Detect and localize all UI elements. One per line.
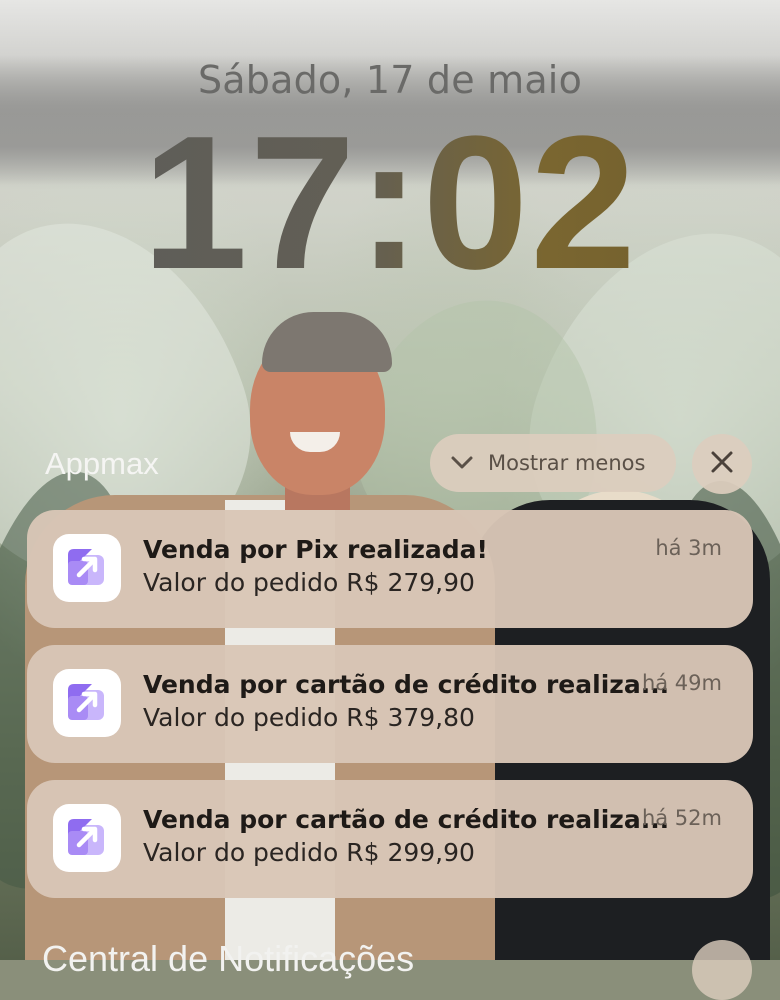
- chevron-down-icon: [450, 451, 474, 475]
- notification-center-toggle-button[interactable]: [692, 940, 752, 1000]
- notification-card[interactable]: Venda por cartão de crédito realiza... V…: [27, 780, 753, 898]
- appmax-logo-icon: [53, 534, 121, 602]
- wallpaper-person-hair: [262, 312, 392, 372]
- notification-timestamp: há 3m: [655, 536, 722, 560]
- notification-title: Venda por cartão de crédito realiza...: [143, 805, 670, 834]
- notification-timestamp: há 52m: [641, 806, 722, 830]
- lockscreen-date: Sábado, 17 de maio: [197, 58, 583, 102]
- notification-group-title: Appmax: [45, 446, 159, 481]
- appmax-logo-icon: [53, 804, 121, 872]
- notification-title: Venda por Pix realizada!: [143, 535, 488, 564]
- notification-body: Valor do pedido R$ 299,90: [143, 838, 475, 867]
- notification-card[interactable]: Venda por cartão de crédito realiza... V…: [27, 645, 753, 763]
- notification-center-header: Central de Notificações: [42, 938, 415, 979]
- appmax-logo-icon: [53, 669, 121, 737]
- lockscreen-clock[interactable]: 17:02: [0, 108, 780, 298]
- close-icon: [710, 450, 734, 478]
- notification-title: Venda por cartão de crédito realiza...: [143, 670, 670, 699]
- notification-card[interactable]: Venda por Pix realizada! Valor do pedido…: [27, 510, 753, 628]
- clear-notifications-button[interactable]: [692, 434, 752, 494]
- notification-body: Valor do pedido R$ 279,90: [143, 568, 475, 597]
- show-less-label: Mostrar menos: [488, 451, 646, 475]
- notification-timestamp: há 49m: [641, 671, 722, 695]
- show-less-button[interactable]: Mostrar menos: [430, 434, 676, 492]
- notification-body: Valor do pedido R$ 379,80: [143, 703, 475, 732]
